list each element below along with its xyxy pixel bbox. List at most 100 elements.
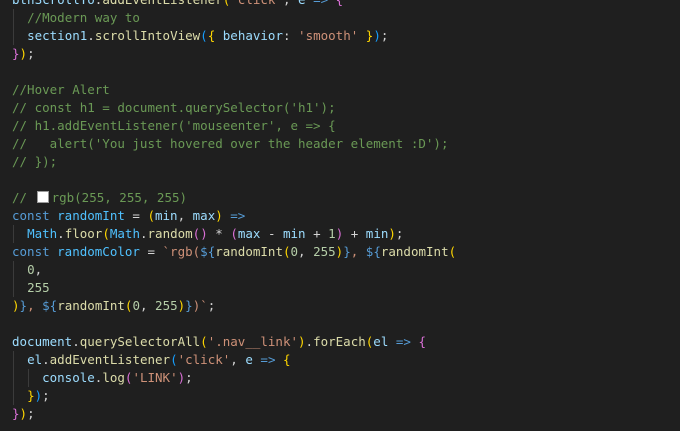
code-token: min: [283, 226, 306, 241]
code-token: .: [42, 352, 50, 367]
code-token: floor: [64, 226, 103, 241]
code-token: randomInt: [57, 298, 125, 313]
code-line[interactable]: const randomColor = `rgb(${randomInt(0, …: [12, 243, 672, 261]
code-token: ): [177, 370, 186, 385]
code-token: 255: [27, 280, 50, 295]
code-line[interactable]: //Hover Alert: [12, 81, 672, 99]
code-token: ): [19, 46, 28, 61]
code-area[interactable]: btnScrollTo.addEventListener('click', e …: [12, 0, 672, 423]
code-token: ;: [395, 226, 404, 241]
code-line[interactable]: console.log('LINK');: [12, 369, 672, 387]
code-line[interactable]: const randomInt = (min, max) =>: [12, 207, 672, 225]
code-line[interactable]: });: [12, 387, 672, 405]
color-swatch-icon[interactable]: [36, 191, 49, 203]
code-token: ,: [298, 244, 314, 259]
code-line[interactable]: //Modern way to: [12, 9, 672, 27]
code-token: max: [237, 226, 261, 241]
code-token: ,: [139, 298, 156, 313]
indent-guide: [13, 9, 14, 27]
code-token: (: [200, 28, 208, 43]
code-token: 'smooth': [298, 28, 359, 43]
code-line[interactable]: 255: [12, 279, 672, 297]
code-token: el: [27, 352, 43, 367]
code-token: ): [373, 28, 381, 43]
code-token: :: [282, 28, 299, 43]
code-token: querySelectorAll: [79, 334, 201, 349]
code-line[interactable]: // const h1 = document.querySelector('h1…: [12, 99, 672, 117]
code-line[interactable]: // });: [12, 153, 672, 171]
code-token: behavior: [222, 28, 283, 43]
code-token: (): [192, 226, 208, 241]
code-token: }: [185, 298, 193, 313]
code-token: ;: [185, 370, 193, 385]
code-token: '.nav__link': [207, 334, 299, 349]
code-token: `rgb(: [162, 244, 201, 259]
code-token: // h1.addEventListener('mouseenter', e =…: [12, 118, 336, 133]
code-token: =: [139, 244, 163, 259]
code-token: =>: [222, 208, 246, 223]
code-line[interactable]: [12, 171, 672, 189]
code-token: 'click': [230, 0, 283, 7]
code-token: random: [147, 226, 193, 241]
code-token: console: [42, 370, 95, 385]
code-line[interactable]: [12, 63, 672, 81]
indent-guide: [13, 387, 14, 405]
code-line[interactable]: Math.floor(Math.random() * (max - min + …: [12, 225, 672, 243]
code-token: randomInt: [215, 244, 283, 259]
code-token: ${: [42, 298, 58, 313]
code-token: scrollIntoView: [94, 28, 201, 43]
code-token: rgb(255, 255, 255): [51, 190, 188, 205]
code-token: ): [12, 298, 20, 313]
code-line[interactable]: section1.scrollIntoView({ behavior: 'smo…: [12, 27, 672, 45]
code-token: ;: [42, 388, 50, 403]
code-token: randomInt: [380, 244, 449, 259]
code-line[interactable]: el.addEventListener('click', e => {: [12, 351, 672, 369]
code-token: =>: [252, 352, 283, 367]
code-line[interactable]: btnScrollTo.addEventListener('click', e …: [12, 0, 672, 9]
code-token: max: [192, 208, 216, 223]
code-token: ;: [27, 406, 35, 421]
code-token: (: [230, 226, 238, 241]
code-token: .: [305, 334, 314, 349]
code-token: {: [207, 28, 223, 43]
code-token: )`: [192, 298, 208, 313]
code-token: =>: [306, 0, 336, 7]
code-token: addEventListener: [49, 352, 171, 367]
code-token: log: [102, 370, 125, 385]
code-token: //Modern way to: [27, 10, 140, 25]
code-token: =: [124, 208, 148, 223]
code-token: 1: [328, 226, 336, 241]
code-token: forEach: [313, 334, 366, 349]
code-line[interactable]: [12, 315, 672, 333]
indent-guide: [13, 27, 14, 45]
code-token: (: [102, 226, 110, 241]
code-line[interactable]: )}, ${randomInt(0, 255)})`;: [12, 297, 672, 315]
code-line[interactable]: 0,: [12, 261, 672, 279]
indent-guide: [13, 369, 14, 387]
code-token: ,: [34, 262, 43, 277]
indent-guide: [13, 279, 14, 297]
code-line[interactable]: });: [12, 405, 672, 423]
code-token: (: [147, 208, 155, 223]
code-editor[interactable]: btnScrollTo.addEventListener('click', e …: [0, 0, 680, 431]
code-token: (: [170, 352, 178, 367]
code-token: ,: [230, 352, 246, 367]
code-line[interactable]: });: [12, 45, 672, 63]
code-token: ,: [177, 208, 193, 223]
code-token: randomInt: [57, 208, 125, 223]
code-token: 'LINK': [132, 370, 178, 385]
code-line[interactable]: // h1.addEventListener('mouseenter', e =…: [12, 117, 672, 135]
indent-guide: [13, 225, 14, 243]
code-token: ): [34, 388, 43, 403]
code-token: ${: [365, 244, 381, 259]
code-line[interactable]: // alert('You just hovered over the head…: [12, 135, 672, 153]
code-token: }: [343, 244, 351, 259]
code-token: const: [12, 208, 58, 223]
code-line[interactable]: // rgb(255, 255, 255): [12, 189, 672, 207]
code-line[interactable]: document.querySelectorAll('.nav__link').…: [12, 333, 672, 351]
